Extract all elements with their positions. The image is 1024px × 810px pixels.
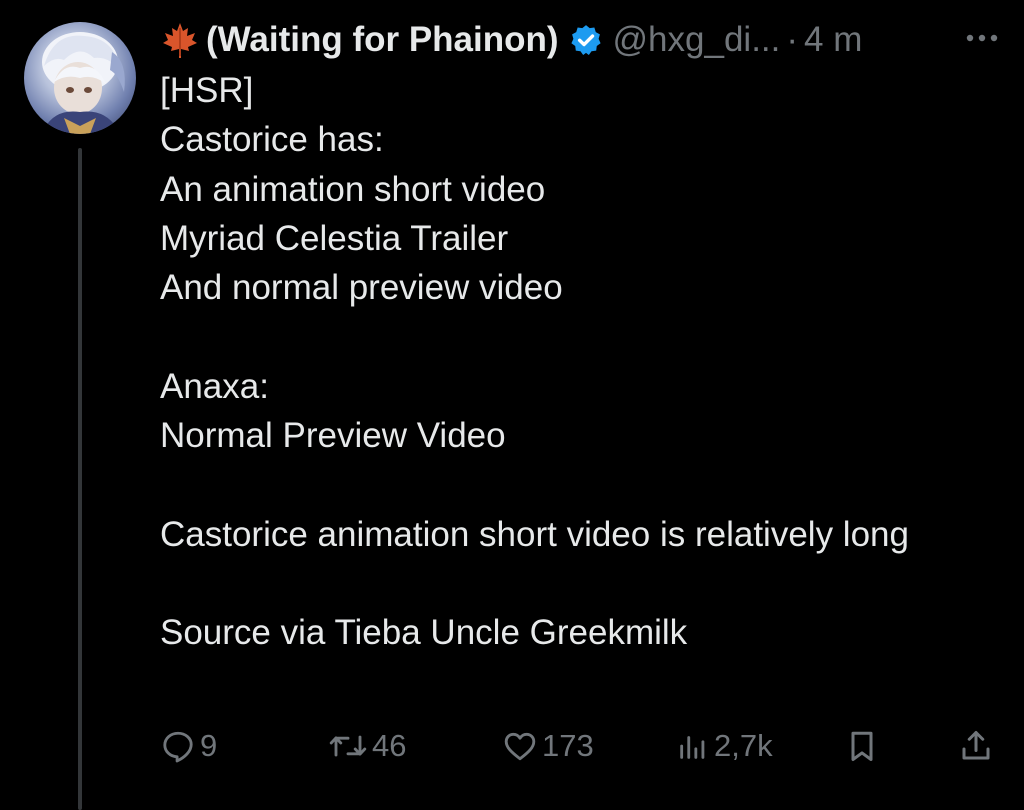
share-icon	[962, 731, 990, 760]
tweet-actions: 9 46 173 2,7k	[160, 722, 1000, 770]
more-options-icon[interactable]	[962, 28, 1002, 48]
heart-icon	[504, 732, 536, 761]
author-handle[interactable]: @hxg_di...	[613, 14, 781, 66]
avatar-image	[42, 32, 125, 134]
views-count: 2,7k	[714, 728, 773, 763]
tweet-header: (Waiting for Phainon) @hxg_di... · 4 m	[160, 14, 1000, 66]
avatar[interactable]	[24, 22, 136, 134]
retweet-button[interactable]: 46	[328, 722, 406, 770]
reply-icon	[163, 731, 193, 763]
like-count: 173	[542, 728, 594, 763]
reply-button[interactable]: 9	[160, 722, 217, 770]
tweet-content: (Waiting for Phainon) @hxg_di... · 4 m […	[160, 14, 1000, 658]
bookmark-button[interactable]	[844, 722, 880, 770]
tweet-timestamp[interactable]: 4 m	[804, 14, 862, 66]
bookmark-icon	[851, 731, 873, 761]
views-button[interactable]: 2,7k	[676, 722, 773, 770]
reply-count: 9	[200, 728, 218, 763]
thread-line	[78, 148, 82, 810]
like-button[interactable]: 173	[502, 722, 594, 770]
share-button[interactable]	[958, 722, 994, 770]
author-display-name[interactable]: (Waiting for Phainon)	[206, 14, 559, 66]
tweet-text: [HSR] Castorice has: An animation short …	[160, 71, 909, 653]
retweet-count: 46	[372, 728, 407, 763]
separator-dot: ·	[786, 20, 799, 59]
verified-badge-icon[interactable]	[569, 23, 603, 57]
retweet-icon	[329, 735, 367, 757]
tweet[interactable]: (Waiting for Phainon) @hxg_di... · 4 m […	[0, 0, 1024, 810]
views-icon	[680, 736, 705, 759]
maple-leaf-icon	[163, 23, 197, 58]
